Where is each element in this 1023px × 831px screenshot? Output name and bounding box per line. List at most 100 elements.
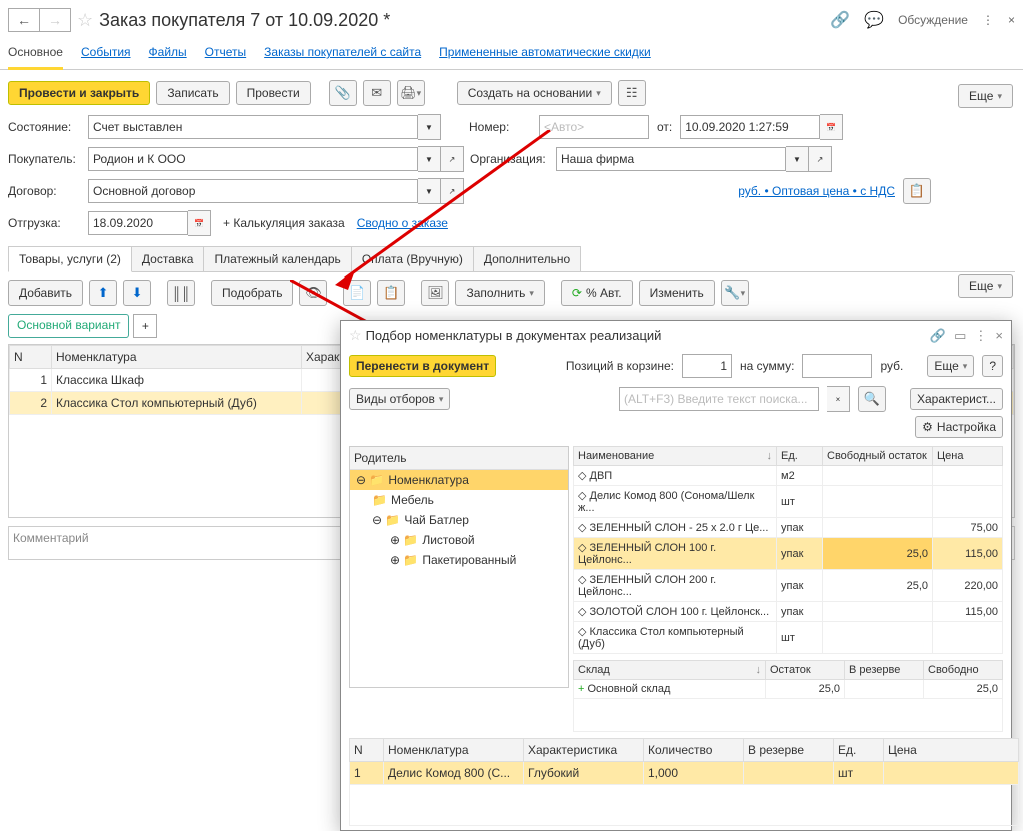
product-row[interactable]: ◇ ДВПм2 (574, 466, 1003, 486)
popup-star-icon[interactable]: ☆ (349, 327, 362, 344)
move-up-icon[interactable]: ⬆ (89, 280, 117, 306)
forward-button[interactable]: → (39, 8, 71, 32)
favorite-star-icon[interactable]: ☆ (77, 10, 93, 31)
products-table[interactable]: Наименование ↓ Ед. Свободный остаток Цен… (573, 446, 1003, 654)
mail-icon[interactable]: ✉ (363, 80, 391, 106)
back-button[interactable]: ← (8, 8, 40, 32)
select-button[interactable]: Подобрать (211, 280, 293, 306)
ship-date-input[interactable]: 18.09.2020 (88, 211, 188, 235)
post-button[interactable]: Провести (236, 81, 311, 105)
tab-main[interactable]: Основное (8, 45, 63, 70)
product-row[interactable]: ◇ Классика Стол компьютерный (Дуб)шт (574, 622, 1003, 654)
col-reserve[interactable]: В резерве (845, 661, 924, 680)
category-tree[interactable]: Родитель ⊖ 📁 Номенклатура 📁 Мебель ⊖ 📁 Ч… (349, 446, 569, 688)
col-bres[interactable]: В резерве (744, 739, 834, 762)
product-row[interactable]: ◇ ЗОЛОТОЙ СЛОН 100 г. Цейлонск...упак115… (574, 602, 1003, 622)
barcode-icon[interactable]: ║║ (167, 280, 195, 306)
col-n[interactable]: N (10, 346, 52, 369)
characteristics-button[interactable]: Характерист... (910, 388, 1003, 410)
filters-dropdown[interactable]: Виды отборов (349, 388, 450, 410)
fill-dropdown[interactable]: Заполнить (455, 280, 544, 306)
tab-events[interactable]: События (81, 45, 131, 59)
ship-date-picker[interactable]: 📅 (188, 210, 211, 236)
stock-table[interactable]: Склад ↓ Остаток В резерве Свободно + Осн… (573, 660, 1003, 732)
tab-more-dropdown[interactable]: Еще (958, 274, 1013, 298)
transfer-button[interactable]: Перенести в документ (349, 355, 496, 377)
date-picker[interactable]: 📅 (820, 114, 843, 140)
col-bnom[interactable]: Номенклатура (384, 739, 524, 762)
image-icon[interactable]: 🖼 (421, 280, 449, 306)
tab-files[interactable]: Файлы (149, 45, 187, 59)
tools-dropdown[interactable]: 🔧 (721, 280, 749, 306)
col-bprice[interactable]: Цена (884, 739, 1019, 762)
col-bqty[interactable]: Количество (644, 739, 744, 762)
tab-discounts[interactable]: Примененные автоматические скидки (439, 45, 651, 59)
popup-window-icon[interactable]: ▭ (954, 328, 966, 344)
discuss-icon[interactable]: 💬 (864, 10, 884, 30)
popup-help-button[interactable]: ? (982, 355, 1003, 377)
create-based-dropdown[interactable]: Создать на основании (457, 81, 612, 105)
discuss-label[interactable]: Обсуждение (898, 13, 968, 27)
pct-button[interactable]: ⟳ % Авт. (561, 280, 633, 306)
date-input[interactable]: 10.09.2020 1:27:59 (680, 115, 820, 139)
buyer-open[interactable]: ↗ (441, 146, 464, 172)
product-row[interactable]: ◇ ЗЕЛЕННЫЙ СЛОН 100 г. Цейлонс...упак25,… (574, 538, 1003, 570)
attach-icon[interactable]: 📎 (329, 80, 357, 106)
number-input[interactable]: <Авто> (539, 115, 649, 139)
move-down-icon[interactable]: ⬇ (123, 280, 151, 306)
col-nomenclature[interactable]: Номенклатура (52, 346, 302, 369)
paste-icon[interactable]: 📋 (377, 280, 405, 306)
link-icon[interactable]: 🔗 (830, 10, 850, 30)
state-input[interactable]: Счет выставлен (88, 115, 418, 139)
product-row[interactable]: ◇ ЗЕЛЕННЫЙ СЛОН 200 г. Цейлонс...упак25,… (574, 570, 1003, 602)
add-row-button[interactable]: Добавить (8, 280, 83, 306)
price-settings-icon[interactable]: 📋 (903, 178, 931, 204)
col-stock[interactable]: Свободный остаток (823, 447, 933, 466)
more-dropdown[interactable]: Еще (958, 84, 1013, 108)
menu-icon[interactable]: ⋮ (982, 13, 994, 27)
basket-row[interactable]: 1 Делис Комод 800 (С... Глубокий 1,000 ш… (350, 762, 1019, 785)
change-button[interactable]: Изменить (639, 280, 715, 306)
col-free[interactable]: Свободно (924, 661, 1003, 680)
col-bchar[interactable]: Характеристика (524, 739, 644, 762)
copy-icon[interactable]: 📄 (343, 280, 371, 306)
col-unit[interactable]: Ед. (777, 447, 823, 466)
structure-icon[interactable]: ☷ (618, 80, 646, 106)
stock-row[interactable]: + Основной склад25,025,0 (574, 680, 1003, 699)
search-clear[interactable]: × (827, 386, 850, 412)
subtab-extra[interactable]: Дополнительно (473, 246, 581, 271)
tree-item[interactable]: ⊕ 📁 Листовой (350, 530, 568, 550)
search-input[interactable]: (ALT+F3) Введите текст поиска... (619, 387, 819, 411)
contract-dropdown[interactable]: ▼ (418, 178, 441, 204)
col-remain[interactable]: Остаток (766, 661, 845, 680)
print-dropdown[interactable]: 🖨 (397, 80, 425, 106)
col-warehouse[interactable]: Склад ↓ (574, 661, 766, 680)
subtab-pay-calendar[interactable]: Платежный календарь (203, 246, 351, 271)
commit-close-button[interactable]: Провести и закрыть (8, 81, 150, 105)
tab-site-orders[interactable]: Заказы покупателей с сайта (264, 45, 421, 59)
basket-table[interactable]: N Номенклатура Характеристика Количество… (349, 738, 1019, 826)
popup-more-dropdown[interactable]: Еще (927, 355, 974, 377)
popup-menu-icon[interactable]: ⋮ (974, 328, 987, 344)
eye-icon[interactable]: 👁 (299, 280, 327, 306)
price-type-link[interactable]: руб. • Оптовая цена • с НДС (738, 184, 895, 198)
org-open[interactable]: ↗ (809, 146, 832, 172)
state-dropdown[interactable]: ▼ (418, 114, 441, 140)
col-name[interactable]: Наименование ↓ (574, 447, 777, 466)
col-bunit[interactable]: Ед. (834, 739, 884, 762)
popup-close-icon[interactable]: × (995, 328, 1003, 344)
contract-input[interactable]: Основной договор (88, 179, 418, 203)
col-price[interactable]: Цена (933, 447, 1003, 466)
variant-label[interactable]: Основной вариант (8, 314, 129, 338)
org-dropdown[interactable]: ▼ (786, 146, 809, 172)
write-button[interactable]: Записать (156, 81, 229, 105)
buyer-input[interactable]: Родион и К ООО (88, 147, 418, 171)
settings-button[interactable]: ⚙ Настройка (915, 416, 1003, 438)
org-input[interactable]: Наша фирма (556, 147, 786, 171)
tree-item[interactable]: ⊖ 📁 Чай Батлер (350, 510, 568, 530)
subtab-delivery[interactable]: Доставка (131, 246, 205, 271)
summary-link[interactable]: Сводно о заказе (357, 216, 448, 230)
contract-open[interactable]: ↗ (441, 178, 464, 204)
tab-reports[interactable]: Отчеты (205, 45, 246, 59)
buyer-dropdown[interactable]: ▼ (418, 146, 441, 172)
